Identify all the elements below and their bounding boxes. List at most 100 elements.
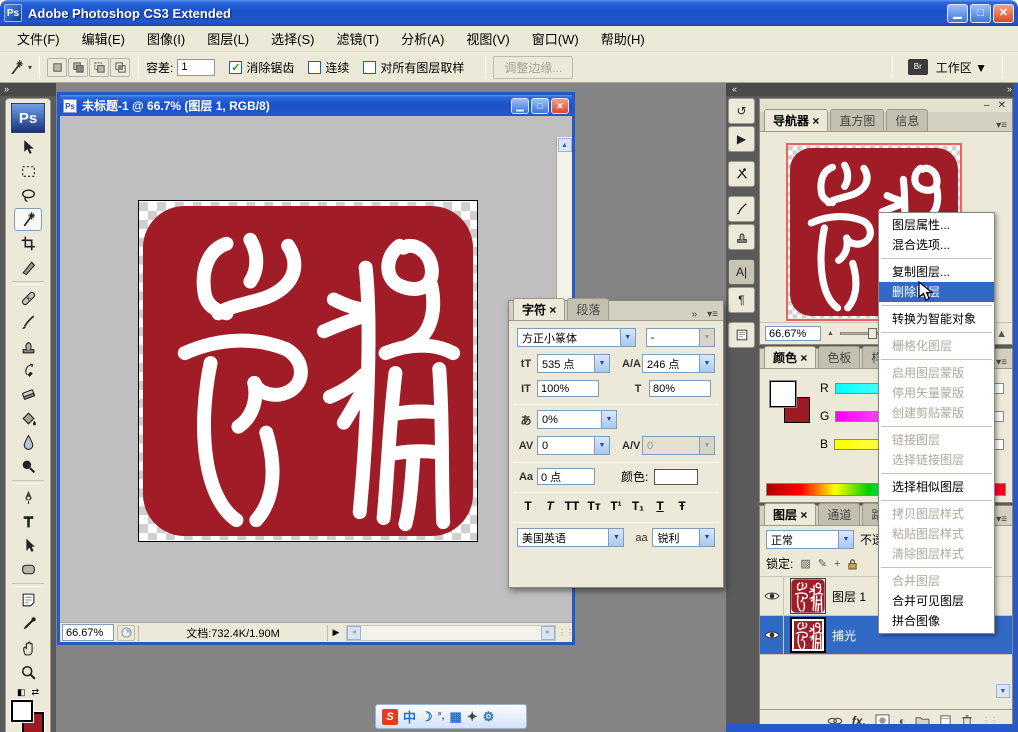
ctx-select-linked-layers[interactable]: 选择链接图层 xyxy=(879,450,994,470)
ctx-merge-layers[interactable]: 合并图层 xyxy=(879,571,994,591)
panel-close-icon[interactable]: ✕ xyxy=(998,100,1006,111)
status-flyout-button[interactable]: ▶ xyxy=(328,627,344,638)
lock-pixels-icon[interactable]: ✎ xyxy=(818,557,827,570)
tab-layers[interactable]: 图层 × xyxy=(764,503,816,525)
lock-transparency-icon[interactable]: ▨ xyxy=(800,557,810,570)
ctx-duplicate-layer[interactable]: 复制图层... xyxy=(879,262,994,282)
leading-select[interactable]: 246 点 ▼ xyxy=(642,354,715,373)
ime-hand-icon[interactable]: ✦ xyxy=(467,709,478,725)
ctx-convert-to-smart-object[interactable]: 转换为智能对象 xyxy=(879,309,994,329)
horizontal-scrollbar[interactable]: ◄ ► xyxy=(346,625,556,641)
lock-all-icon[interactable] xyxy=(847,558,858,570)
ctx-create-clipping-mask[interactable]: 创建剪贴蒙版 xyxy=(879,403,994,423)
menu-file[interactable]: 文件(F) xyxy=(6,26,71,51)
lasso-tool[interactable] xyxy=(14,184,42,207)
zoom-in-icon[interactable]: ▲ xyxy=(996,328,1007,340)
zoom-tool[interactable] xyxy=(14,661,42,684)
ime-punctuation-icon[interactable]: °, xyxy=(438,711,445,722)
menu-view[interactable]: 视图(V) xyxy=(455,26,520,51)
history-panel-icon[interactable]: ↺ xyxy=(728,98,755,124)
close-button[interactable]: ✕ xyxy=(993,4,1014,23)
visibility-eye-icon[interactable] xyxy=(760,577,784,615)
menu-analysis[interactable]: 分析(A) xyxy=(390,26,455,51)
dock-collapse-left-icon[interactable]: « xyxy=(732,83,737,96)
small-caps-button[interactable]: Tт xyxy=(583,497,605,515)
rounded-rectangle-tool[interactable] xyxy=(14,558,42,581)
ctx-link-layers[interactable]: 链接图层 xyxy=(879,430,994,450)
foreground-color-swatch[interactable] xyxy=(11,700,33,722)
navigator-zoom-input[interactable] xyxy=(765,326,821,341)
tab-channels[interactable]: 通道 xyxy=(818,503,860,525)
character-panel-icon[interactable]: A| xyxy=(728,259,755,285)
brushes-panel-icon[interactable] xyxy=(728,196,755,222)
panel-minimize-icon[interactable]: – xyxy=(984,100,990,111)
status-zoom-input[interactable] xyxy=(62,624,114,641)
slider-thumb[interactable] xyxy=(868,328,877,339)
blur-tool[interactable] xyxy=(14,431,42,454)
workspace-dropdown[interactable]: 工作区 ▼ xyxy=(936,59,987,76)
faux-italic-button[interactable]: T xyxy=(539,497,561,515)
dropdown-arrow-icon[interactable]: ▼ xyxy=(608,529,623,546)
selection-new-button[interactable] xyxy=(47,58,67,77)
doc-minimize-button[interactable]: ▁ xyxy=(511,98,529,114)
path-selection-tool[interactable] xyxy=(14,534,42,557)
dodge-tool[interactable] xyxy=(14,455,42,478)
language-select[interactable]: 美国英语 ▼ xyxy=(517,528,624,547)
clone-stamp-tool[interactable] xyxy=(14,335,42,358)
contiguous-checkbox[interactable] xyxy=(308,61,321,74)
layer-name[interactable]: 捕光 xyxy=(832,627,856,644)
selection-subtract-button[interactable] xyxy=(89,58,109,77)
scroll-right-button[interactable]: ► xyxy=(541,626,555,640)
font-size-select[interactable]: 535 点 ▼ xyxy=(537,354,610,373)
refine-edge-button[interactable]: 调整边缘... xyxy=(493,56,573,79)
magic-wand-tool[interactable] xyxy=(14,208,42,231)
ctx-enable-layer-mask[interactable]: 启用图层蒙版 xyxy=(879,363,994,383)
eraser-tool[interactable] xyxy=(14,383,42,406)
ime-settings-icon[interactable]: ⚙ xyxy=(483,709,495,725)
tracking-select[interactable]: 0 ▼ xyxy=(537,436,610,455)
ctx-delete-layer[interactable]: 删除图层 xyxy=(879,282,994,302)
font-style-select[interactable]: - ▼ xyxy=(646,328,715,347)
ctx-layer-properties[interactable]: 图层属性... xyxy=(879,215,994,235)
paragraph-panel-icon[interactable]: ¶ xyxy=(728,287,755,313)
visibility-eye-icon[interactable] xyxy=(760,616,784,654)
selection-intersect-button[interactable] xyxy=(110,58,130,77)
move-tool[interactable] xyxy=(14,136,42,159)
horizontal-scale-input[interactable] xyxy=(649,380,711,397)
doc-close-button[interactable]: ✕ xyxy=(551,98,569,114)
font-family-select[interactable]: 方正小篆体 ▼ xyxy=(517,328,636,347)
actions-panel-icon[interactable]: ▶ xyxy=(728,126,755,152)
layer-thumbnail[interactable] xyxy=(790,617,826,653)
ctx-select-similar-layers[interactable]: 选择相似图层 xyxy=(879,477,994,497)
type-tool[interactable] xyxy=(14,510,42,533)
ime-sogou-icon[interactable]: S xyxy=(382,709,398,725)
history-brush-tool[interactable] xyxy=(14,359,42,382)
dropdown-arrow-icon[interactable]: ▼ xyxy=(620,329,635,346)
baseline-shift-input[interactable] xyxy=(537,468,595,485)
scroll-left-button[interactable]: ◄ xyxy=(347,626,361,640)
menu-edit[interactable]: 编辑(E) xyxy=(71,26,136,51)
kerning-select[interactable]: 0 ▼ xyxy=(642,436,715,455)
blend-mode-select[interactable]: 正常 ▼ xyxy=(766,530,854,549)
tool-presets-panel-icon[interactable] xyxy=(728,161,755,187)
lock-position-icon[interactable]: + xyxy=(834,558,840,570)
dropdown-arrow-icon[interactable]: ▼ xyxy=(699,529,714,546)
sample-all-layers-checkbox[interactable] xyxy=(363,61,376,74)
dropdown-arrow-icon[interactable]: ▼ xyxy=(594,355,609,372)
dropdown-arrow-icon[interactable]: ▼ xyxy=(601,411,616,428)
tab-paragraph[interactable]: 段落 xyxy=(567,298,609,320)
hand-tool[interactable] xyxy=(14,637,42,660)
ime-keyboard-icon[interactable]: ▦ xyxy=(449,709,461,725)
menu-select[interactable]: 选择(S) xyxy=(260,26,325,51)
notes-tool[interactable] xyxy=(14,589,42,612)
menu-window[interactable]: 窗口(W) xyxy=(521,26,590,51)
superscript-button[interactable]: T¹ xyxy=(605,497,627,515)
panel-menu-icon[interactable]: ▾≡ xyxy=(991,120,1012,131)
ctx-paste-layer-style[interactable]: 粘贴图层样式 xyxy=(879,524,994,544)
layers-scroll-down-button[interactable]: ▼ xyxy=(996,684,1010,698)
tolerance-input[interactable] xyxy=(177,59,215,76)
doc-maximize-button[interactable]: □ xyxy=(531,98,549,114)
document-titlebar[interactable]: Ps 未标题-1 @ 66.7% (图层 1, RGB/8) ▁ □ ✕ xyxy=(60,95,572,116)
tab-navigator[interactable]: 导航器 × xyxy=(764,109,828,131)
maximize-button[interactable]: □ xyxy=(970,4,991,23)
